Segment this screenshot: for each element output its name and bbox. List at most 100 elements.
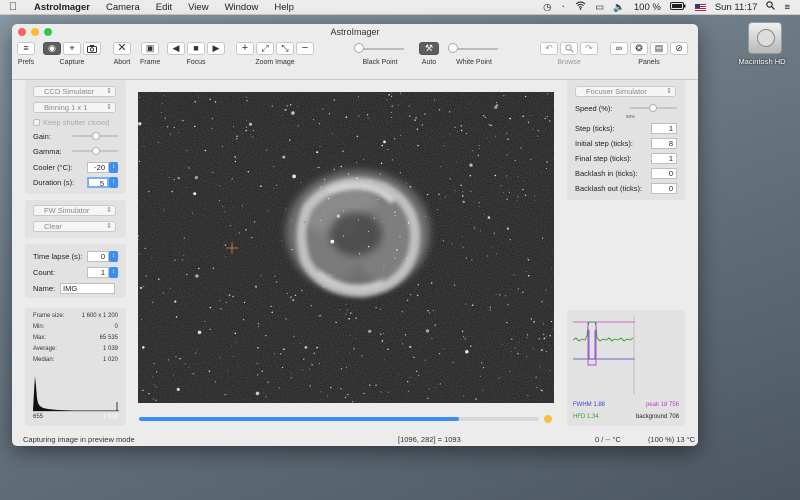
zoom-fit-icon[interactable]: ⤡ (276, 42, 294, 55)
browse-forward-icon[interactable]: ↷ (580, 42, 598, 55)
prefs-sliders-icon[interactable]: ≡ (17, 42, 35, 55)
star (416, 240, 420, 244)
gamma-knob[interactable] (91, 147, 100, 155)
timelapse-stepper[interactable]: ↕ (109, 250, 118, 262)
focus-crosshair-icon[interactable]: ⌖ (63, 42, 81, 55)
speed-knob[interactable] (649, 104, 657, 112)
menu-window[interactable]: Window (217, 2, 267, 13)
minimize-window-button[interactable] (31, 28, 39, 36)
zoom-window-button[interactable] (44, 28, 52, 36)
black-point-slider[interactable] (354, 42, 406, 55)
menu-view[interactable]: View (180, 2, 216, 13)
guider-panel-icon[interactable]: ⊘ (670, 42, 688, 55)
close-window-button[interactable] (18, 28, 26, 36)
browse-back-icon[interactable]: ↶ (540, 42, 558, 55)
star (348, 173, 350, 175)
star (496, 253, 498, 255)
menu-edit[interactable]: Edit (148, 2, 180, 13)
browse-magnifier-icon[interactable] (560, 42, 578, 55)
notification-center-icon[interactable]: ≡ (784, 2, 790, 13)
star (155, 399, 157, 402)
star (496, 104, 499, 107)
name-field[interactable]: IMG (60, 282, 115, 294)
abort-x-icon[interactable]: ✕ (113, 42, 131, 55)
cooler-field[interactable]: -20 (87, 161, 109, 173)
star (489, 306, 491, 308)
desktop-disk[interactable]: Macintosh HD (738, 22, 790, 66)
star (375, 306, 377, 309)
zoom-expand-icon[interactable]: ⤢ (256, 42, 274, 55)
airplay-icon[interactable]: ▭ (595, 2, 604, 13)
gain-slider[interactable] (71, 132, 118, 140)
star (292, 234, 293, 236)
focuser-select[interactable]: Focuser Simulator (575, 86, 676, 97)
preview-eye-icon[interactable]: ◉ (43, 42, 61, 55)
star (352, 178, 354, 180)
star (464, 338, 466, 340)
frame-crop-icon[interactable]: ▣ (141, 42, 160, 55)
hard-disk-icon[interactable] (748, 22, 782, 54)
menubar-clock[interactable]: Sun 11:17 (715, 2, 758, 13)
white-point-slider[interactable] (448, 42, 500, 55)
duration-field[interactable]: 5 (87, 176, 109, 188)
apple-menu-icon[interactable]:  (0, 1, 26, 13)
black-point-knob[interactable] (354, 43, 364, 53)
timelapse-field[interactable]: 0 (87, 250, 109, 262)
bluetooth-icon[interactable]: ᛫ (560, 2, 566, 13)
wifi-icon[interactable] (575, 1, 586, 13)
star (393, 138, 396, 140)
star (195, 352, 197, 354)
gain-knob[interactable] (91, 132, 100, 140)
star (198, 96, 200, 98)
menu-camera[interactable]: Camera (98, 2, 148, 13)
filter-wheel-select[interactable]: FW Simulator (33, 205, 116, 216)
menu-app[interactable]: AstroImager (26, 2, 98, 13)
star (251, 136, 253, 138)
star (439, 198, 441, 200)
count-field[interactable]: 1 (87, 266, 109, 278)
camera-select[interactable]: CCD Simulator (33, 86, 116, 97)
camera-icon[interactable] (83, 42, 101, 55)
star (191, 212, 193, 214)
auto-stretch-icon[interactable]: ⚒ (419, 42, 439, 55)
duration-stepper[interactable]: ↕ (109, 176, 118, 188)
battery-icon[interactable] (669, 1, 686, 13)
zoom-out-minus-icon[interactable]: − (296, 42, 314, 55)
count-stepper[interactable]: ↕ (109, 266, 118, 278)
initial-step-field[interactable]: 8 (651, 137, 677, 149)
time-machine-icon[interactable]: ◷ (543, 2, 551, 13)
binning-select[interactable]: Binning 1 x 1 (33, 102, 116, 113)
backlash-in-field[interactable]: 0 (651, 167, 677, 179)
backlash-out-field[interactable]: 0 (651, 182, 677, 194)
step-field[interactable]: 1 (651, 122, 677, 134)
filter-select[interactable]: Clear (33, 221, 116, 232)
gamma-slider[interactable] (71, 147, 118, 155)
star (271, 311, 273, 314)
focuser-panel-icon[interactable]: ❂ (630, 42, 648, 55)
speed-slider[interactable] (629, 104, 677, 112)
image-view[interactable] (138, 92, 554, 403)
star (417, 145, 419, 147)
spotlight-search-icon[interactable] (766, 1, 776, 13)
focus-in-left-icon[interactable]: ◀ (167, 42, 185, 55)
star (328, 113, 331, 115)
white-point-knob[interactable] (448, 43, 458, 53)
nebula-image[interactable] (138, 92, 554, 403)
star (368, 179, 372, 183)
input-source-flag-icon[interactable] (694, 3, 706, 11)
star (460, 129, 463, 132)
focus-out-right-icon[interactable]: ▶ (207, 42, 225, 55)
star (292, 174, 296, 179)
keep-shutter-checkbox[interactable] (33, 118, 40, 126)
final-step-field[interactable]: 1 (651, 152, 677, 164)
battery-percent[interactable]: 100 % (634, 2, 661, 13)
zoom-in-plus-icon[interactable]: + (236, 42, 254, 55)
focus-stop-icon[interactable]: ■ (187, 42, 205, 55)
filter-wheel-panel-icon[interactable]: ∞ (610, 42, 628, 55)
info-panel-icon[interactable]: ▤ (650, 42, 668, 55)
title-bar[interactable]: AstroImager (12, 24, 698, 40)
cooler-stepper[interactable]: ↕ (109, 161, 118, 173)
menu-help[interactable]: Help (266, 2, 302, 13)
volume-icon[interactable]: 🔈 (613, 2, 625, 13)
busy-indicator-icon (544, 415, 552, 423)
